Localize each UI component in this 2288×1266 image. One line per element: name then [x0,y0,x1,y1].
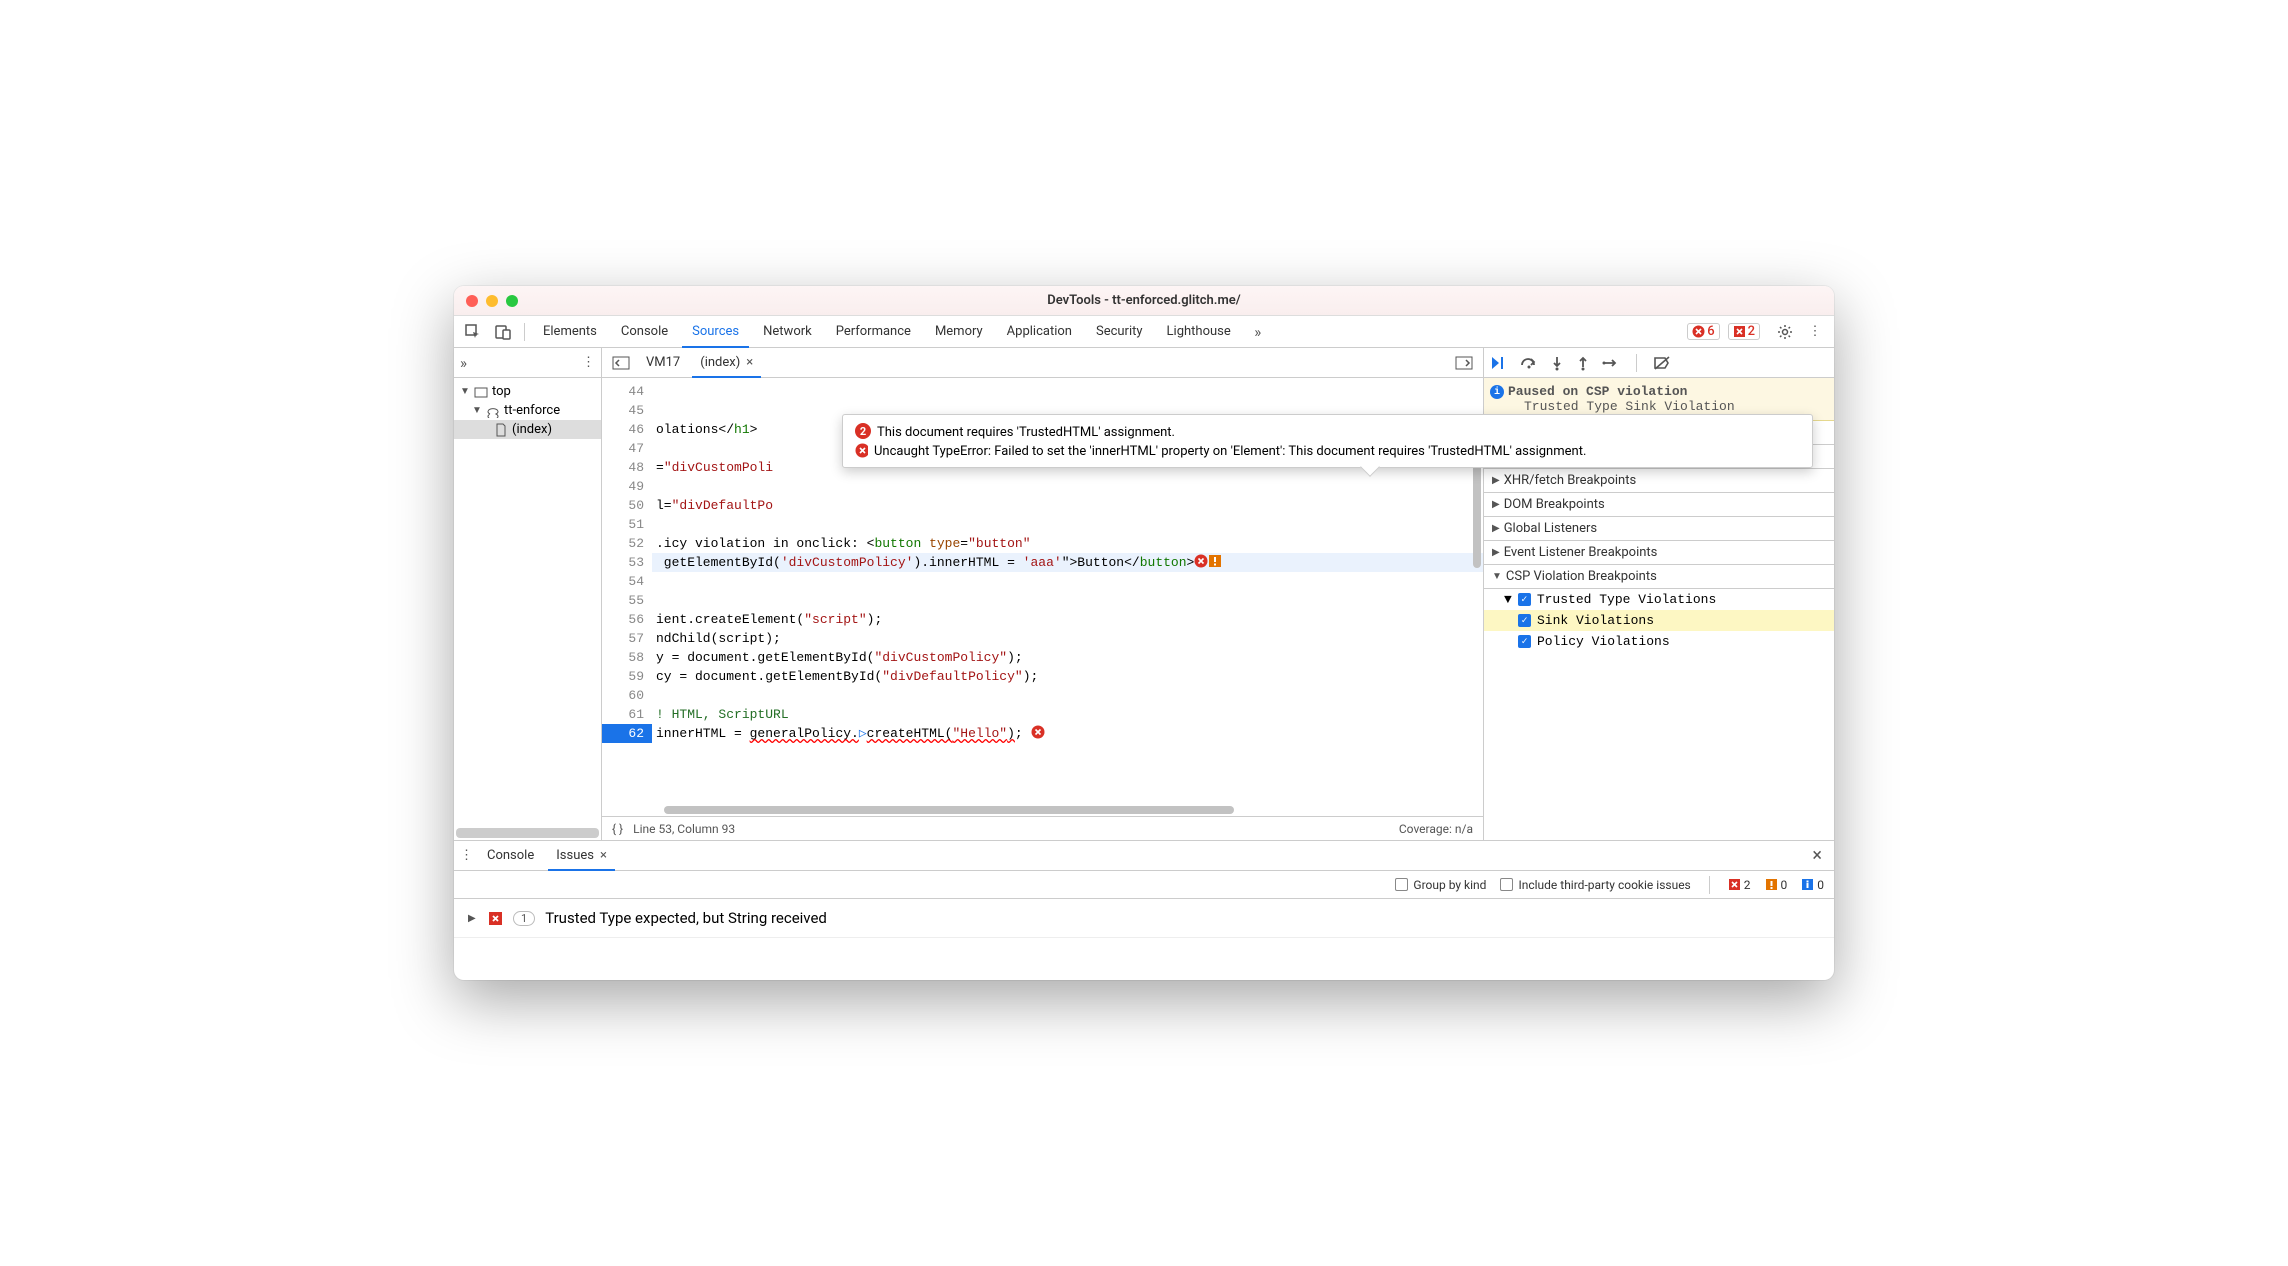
device-toggle-icon[interactable] [490,319,516,345]
more-menu-icon[interactable]: ⋮ [1802,319,1828,345]
editor-hscroll[interactable] [604,804,1481,816]
tab-console[interactable]: Console [611,316,678,348]
error-count-value: 6 [1707,324,1714,339]
nav-menu-icon[interactable]: ⋮ [582,355,595,370]
deactivate-breakpoints-icon[interactable] [1653,355,1671,371]
tab-sources[interactable]: Sources [682,316,749,348]
tab-application[interactable]: Application [997,316,1082,348]
drawer-info-badge[interactable]: 0 [1801,878,1824,892]
issue-count-badge[interactable]: 2 [1728,323,1760,340]
pause-title: Paused on CSP violation [1508,384,1826,399]
more-tabs-icon[interactable]: » [1245,319,1271,345]
drawer-menu-icon[interactable]: ⋮ [460,848,473,863]
section-xhr-breakpoints[interactable]: ▶XHR/fetch Breakpoints [1484,469,1834,493]
step-over-icon[interactable] [1520,355,1538,371]
left-scrollbar[interactable] [456,828,599,838]
tooltip-line1: This document requires 'TrustedHTML' ass… [877,425,1800,440]
drawer-tab-issues[interactable]: Issues × [548,841,615,871]
close-window-button[interactable] [466,295,478,307]
tree-top[interactable]: ▼ top [454,382,601,401]
debugger-toolbar [1484,348,1834,378]
drawer-warn-badge[interactable]: 0 [1765,878,1788,892]
close-drawer-tab-icon[interactable]: × [600,848,607,863]
cursor-position: Line 53, Column 93 [633,822,735,836]
minimize-window-button[interactable] [486,295,498,307]
titlebar: DevTools - tt-enforced.glitch.me/ [454,286,1834,316]
tab-memory[interactable]: Memory [925,316,993,348]
main-tabs: Elements Console Sources Network Perform… [454,316,1834,348]
window-title: DevTools - tt-enforced.glitch.me/ [518,293,1770,308]
step-icon[interactable] [1602,355,1620,371]
section-global-listeners[interactable]: ▶Global Listeners [1484,517,1834,541]
tab-lighthouse[interactable]: Lighthouse [1157,316,1241,348]
tree-host[interactable]: ▼ tt-enforce [454,401,601,420]
status-bar: { } Line 53, Column 93 Coverage: n/a [602,816,1483,840]
file-tab-vm17[interactable]: VM17 [638,348,688,378]
third-party-checkbox[interactable]: Include third-party cookie issues [1500,878,1690,892]
file-tree: ▼ top ▼ tt-enforce (index) [454,378,601,828]
inspect-element-icon[interactable] [460,319,486,345]
policy-checkbox[interactable]: ✓ [1518,635,1531,648]
error-count-badge[interactable]: 6 [1687,323,1719,340]
tab-elements[interactable]: Elements [533,316,607,348]
coverage-label: Coverage: n/a [1399,822,1473,836]
tooltip-line2: Uncaught TypeError: Failed to set the 'i… [874,444,1586,459]
drawer-tab-console[interactable]: Console [479,841,542,871]
tree-host-label: tt-enforce [504,403,560,418]
maximize-window-button[interactable] [506,295,518,307]
tree-file-label: (index) [512,422,552,437]
tab-security[interactable]: Security [1086,316,1153,348]
tab-performance[interactable]: Performance [826,316,921,348]
resume-icon[interactable] [1490,355,1508,371]
step-out-icon[interactable] [1576,355,1590,371]
drawer-error-badge[interactable]: 2 [1728,878,1751,892]
nav-more-icon[interactable]: » [460,354,467,372]
show-editor-icon[interactable] [1451,350,1477,376]
trusted-type-violations-row[interactable]: ▼ ✓ Trusted Type Violations [1484,589,1834,610]
devtools-window: DevTools - tt-enforced.glitch.me/ Elemen… [454,286,1834,980]
section-event-listener-breakpoints[interactable]: ▶Event Listener Breakpoints [1484,541,1834,565]
step-into-icon[interactable] [1550,355,1564,371]
drawer-toolbar: Group by kind Include third-party cookie… [454,871,1834,899]
tab-network[interactable]: Network [753,316,822,348]
left-navigator: » ⋮ ▼ top ▼ tt-enforce (index) [454,348,602,840]
sink-checkbox[interactable]: ✓ [1518,614,1531,627]
nav-history-icon[interactable] [608,350,634,376]
tree-file-index[interactable]: (index) [454,420,601,439]
main-area: » ⋮ ▼ top ▼ tt-enforce (index) [454,348,1834,840]
drawer-tabs: ⋮ Console Issues × × [454,841,1834,871]
issue-title: Trusted Type expected, but String receiv… [545,909,827,927]
sink-violations-row[interactable]: ✓ Sink Violations [1484,610,1834,631]
file-tabs: VM17 (index) × [602,348,1483,378]
tooltip-count-icon: 2 [855,423,871,439]
settings-icon[interactable] [1772,319,1798,345]
traffic-lights [466,295,518,307]
info-icon: i [1490,385,1504,399]
csp-children: ▼ ✓ Trusted Type Violations ✓ Sink Viola… [1484,589,1834,652]
close-drawer-icon[interactable]: × [1806,845,1828,866]
policy-violations-row[interactable]: ✓ Policy Violations [1484,631,1834,652]
error-tooltip: 2 This document requires 'TrustedHTML' a… [842,414,1813,468]
close-tab-icon[interactable]: × [746,355,753,370]
pause-subtitle: Trusted Type Sink Violation [1508,399,1826,414]
format-icon[interactable]: { } [612,822,623,836]
section-csp-violation-breakpoints[interactable]: ▼CSP Violation Breakpoints [1484,565,1834,589]
section-dom-breakpoints[interactable]: ▶DOM Breakpoints [1484,493,1834,517]
issue-count: 1 [513,911,535,926]
issue-count-value: 2 [1748,324,1755,339]
left-header: » ⋮ [454,348,601,378]
drawer: ⋮ Console Issues × × Group by kind Inclu… [454,840,1834,980]
file-tab-index[interactable]: (index) × [692,348,761,378]
group-by-kind-checkbox[interactable]: Group by kind [1395,878,1486,892]
tt-checkbox[interactable]: ✓ [1518,593,1531,606]
issue-row-1[interactable]: ▶ 1 Trusted Type expected, but String re… [454,899,1834,938]
editor-pane: VM17 (index) × 4445464748495051525354555… [602,348,1484,840]
tree-top-label: top [492,384,511,399]
